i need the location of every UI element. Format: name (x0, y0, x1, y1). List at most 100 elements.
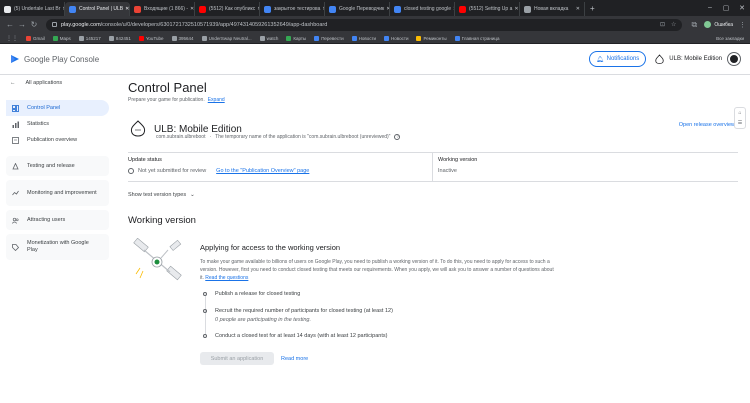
bookmark-item[interactable]: YouTube (138, 35, 164, 41)
sidebar-section-label: Testing and release (27, 162, 75, 169)
show-test-version-types-toggle[interactable]: Show test version types ⌄ (128, 192, 195, 198)
bookmark-item[interactable]: Карты (286, 35, 307, 41)
account-avatar[interactable] (728, 53, 740, 65)
browser-tab[interactable]: closed testing google✕ (390, 2, 455, 16)
app-selector[interactable]: ULB: Mobile Edition (654, 53, 722, 65)
sidebar-item[interactable]: Publication overview (6, 132, 109, 148)
close-window-icon[interactable]: ✕ (734, 4, 750, 12)
tab-title: (5) Undertale Last Br (14, 6, 61, 12)
bar-chart-icon (12, 121, 19, 128)
more-menu-icon[interactable]: ⋮ (739, 21, 746, 29)
close-tab-icon[interactable]: ✕ (188, 6, 194, 12)
sidebar-section[interactable]: Monitoring and improvement (6, 180, 109, 206)
close-tab-icon[interactable]: ✕ (512, 6, 518, 12)
reload-icon[interactable]: ↻ (28, 20, 40, 29)
translate-icon[interactable]: ⊡ (660, 21, 665, 28)
dashboard-icon (12, 104, 19, 112)
working-version-value: Inactive (438, 168, 457, 174)
sidebar-item[interactable]: Statistics (6, 116, 109, 132)
all-bookmarks[interactable]: Все закладки (716, 36, 744, 41)
tab-title: Control Panel | ULB (79, 6, 124, 12)
browser-tab[interactable]: Новая вкладка ✕ (520, 2, 585, 16)
apply-description: To make your game available to billions … (200, 259, 554, 281)
browser-tab[interactable]: Control Panel | ULB ✕ (65, 2, 130, 16)
browser-tab[interactable]: Входящие (1 866) - ✕ (130, 2, 195, 16)
url-input[interactable]: play.google.com/console/u/0/developers/6… (46, 18, 683, 31)
browser-tab[interactable]: Google Переводчик✕ (325, 2, 390, 16)
star-icon[interactable]: ☆ (671, 21, 676, 28)
new-tab-button[interactable]: + (585, 4, 600, 13)
bookmark-favicon-icon (52, 35, 58, 41)
tab-favicon-icon (264, 5, 271, 13)
working-version-label: Working version (438, 157, 478, 163)
bookmark-item[interactable]: UnderSwap Neutral... (201, 35, 252, 41)
bookmark-label: 395644 (178, 35, 194, 41)
bookmark-item[interactable]: Gmail (26, 35, 45, 41)
tab-title: (5512) Setting Up a (469, 6, 513, 12)
read-more-link[interactable]: Read more (281, 356, 308, 362)
tab-title: закрытое тестирова (274, 6, 321, 12)
maximize-icon[interactable]: ▢ (718, 4, 734, 12)
bookmark-item[interactable]: 145217 (78, 35, 101, 41)
bookmark-favicon-icon (171, 35, 177, 41)
browser-tab[interactable]: закрытое тестирова✕ (260, 2, 325, 16)
back-arrow-icon[interactable]: ← (4, 20, 16, 29)
step-item: Conduct a closed test for at least 14 da… (203, 333, 387, 339)
temporary-name: The temporary name of the application is… (215, 134, 391, 140)
bookmark-item[interactable]: Главная страница (454, 35, 500, 41)
apps-grid-icon[interactable]: ⋮⋮ (6, 35, 18, 42)
extensions-icon[interactable]: ⧉ (688, 20, 700, 30)
bookmark-item[interactable]: Новости (351, 35, 376, 41)
bookmark-item[interactable]: Новости (384, 35, 408, 41)
bookmark-item[interactable]: 395644 (171, 35, 194, 41)
bookmark-item[interactable]: watch (259, 35, 278, 41)
apply-title: Applying for access to the working versi… (200, 243, 341, 252)
working-version-status: Working version Inactive (438, 157, 477, 174)
tab-favicon-icon (69, 5, 76, 13)
notifications-button[interactable]: 🔔︎ Notifications (588, 51, 647, 67)
bookmark-item[interactable]: 842451 (108, 35, 131, 41)
sidebar-item[interactable]: Control Panel (6, 100, 109, 116)
tab-favicon-icon (524, 5, 531, 13)
help-icon[interactable]: ? (394, 134, 401, 140)
notifications-label: Notifications (606, 56, 640, 62)
publication-overview-link[interactable]: Go to the "Publication Overview" page (216, 168, 309, 174)
tab-favicon-icon (199, 5, 206, 13)
open-release-overview-link[interactable]: Open release overview (679, 122, 735, 128)
side-panel-tool-icon[interactable]: ⌂ ☰ (734, 107, 746, 129)
console-brand: Google Play Console (24, 54, 100, 64)
play-console-logo-icon (11, 55, 19, 63)
forward-arrow-icon[interactable]: → (16, 20, 28, 29)
bookmark-item[interactable]: Maps (52, 35, 71, 41)
browser-tab[interactable]: (5) Undertale Last Br✕ (0, 2, 65, 16)
browser-tab[interactable]: (5512) Как опубликс✕ (195, 2, 260, 16)
browser-tab[interactable]: (5512) Setting Up a ✕ (455, 2, 520, 16)
expand-link[interactable]: Expand (208, 97, 225, 103)
update-status-value: Not yet submitted for review (138, 168, 207, 174)
sidebar-section[interactable]: Monetization with Google Play (6, 234, 109, 260)
browser-tab-strip: (5) Undertale Last Br✕Control Panel | UL… (0, 0, 750, 16)
close-tab-icon[interactable]: ✕ (574, 6, 580, 12)
overview-icon (12, 136, 19, 144)
minimize-icon[interactable]: – (702, 4, 718, 12)
step-circle-icon (203, 334, 207, 338)
submit-application-button[interactable]: Submit an application (200, 352, 274, 365)
read-the-questions-link[interactable]: Read the questions (205, 275, 248, 281)
sidebar-section[interactable]: Attracting users (6, 210, 109, 230)
close-tab-icon[interactable]: ✕ (123, 6, 129, 12)
show-types-label: Show test version types (128, 192, 187, 198)
bookmark-item[interactable]: Перевести (314, 35, 344, 41)
tag-icon (12, 243, 19, 251)
site-info-icon[interactable] (52, 22, 57, 27)
tab-title: (5512) Как опубликс (209, 6, 256, 12)
vertical-divider (432, 153, 433, 181)
monitoring-icon (12, 190, 19, 195)
sidebar: ← All applications Control Panel Statisti… (0, 75, 115, 403)
bookmark-label: Карты (293, 35, 307, 41)
bookmark-item[interactable]: Ремиконты (416, 35, 447, 41)
bookmark-label: Главная страница (461, 35, 500, 41)
sidebar-section[interactable]: Testing and release (6, 156, 109, 176)
profile-button[interactable]: Ошибка (704, 21, 733, 28)
console-header: Google Play Console 🔔︎ Notifications ULB… (0, 44, 750, 75)
all-applications-link[interactable]: ← All applications (0, 76, 115, 90)
